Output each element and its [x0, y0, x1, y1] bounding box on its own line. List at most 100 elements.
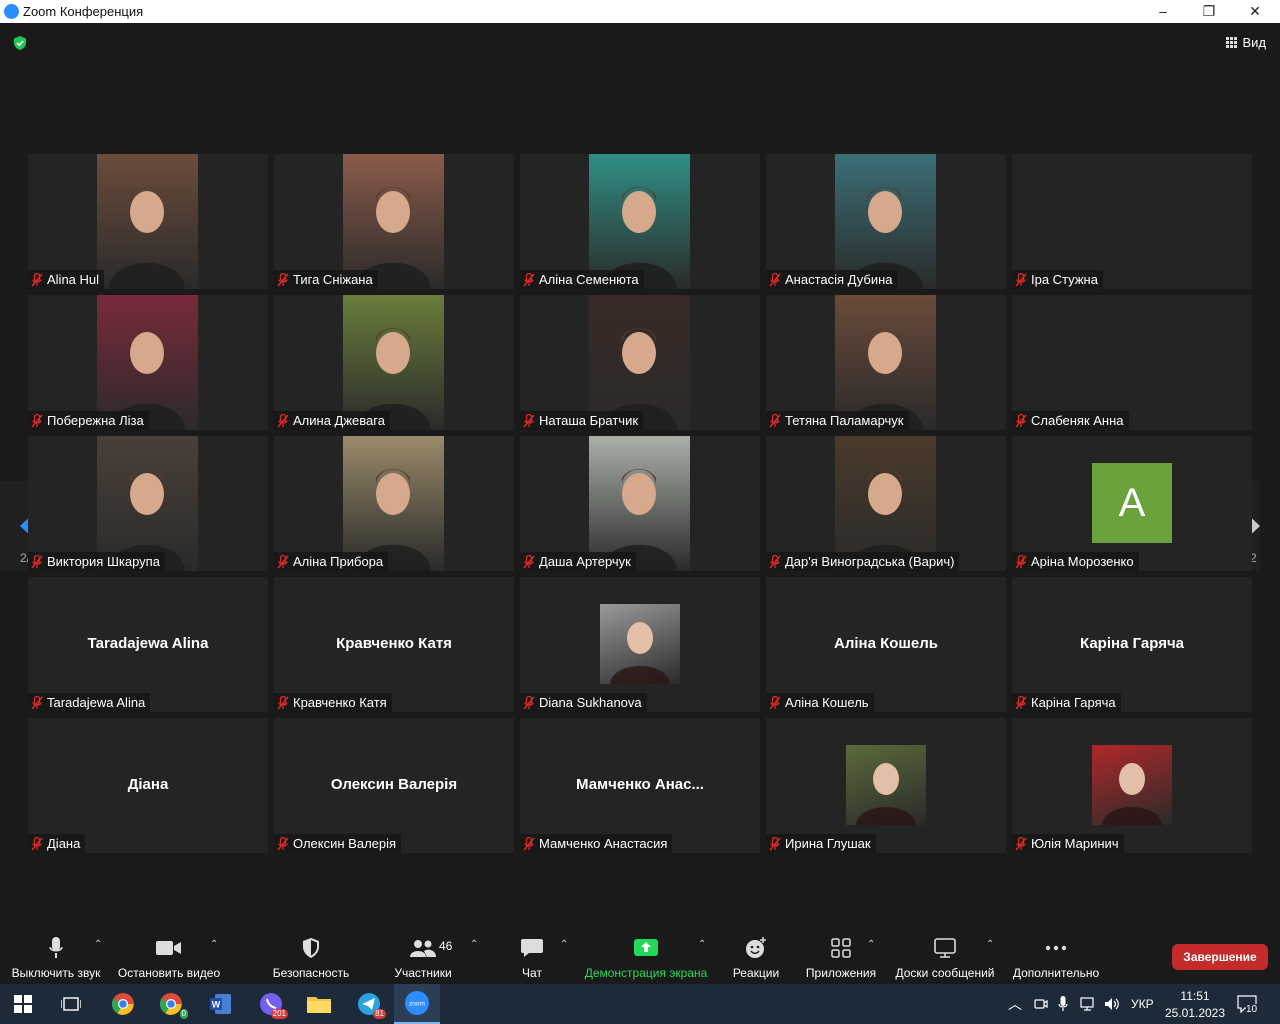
participant-tile[interactable]: Diana Sukhanova: [520, 577, 760, 712]
participant-tile[interactable]: Іра Стужна: [1012, 154, 1252, 289]
participant-tile[interactable]: Alina Hul: [28, 154, 268, 289]
zoom-logo-icon: [4, 4, 19, 19]
participants-icon: [410, 940, 436, 957]
muted-microphone-icon: [769, 554, 781, 568]
apps-button[interactable]: Приложения ⌃: [803, 935, 879, 981]
participant-tile[interactable]: Слабеняк Анна: [1012, 295, 1252, 430]
share-options-caret-icon[interactable]: ⌃: [698, 939, 706, 950]
encryption-shield-icon[interactable]: [13, 36, 27, 50]
participant-name: Тига Сніжана: [293, 272, 373, 287]
muted-microphone-icon: [769, 695, 781, 709]
muted-microphone-icon: [523, 695, 535, 709]
file-explorer-icon[interactable]: [296, 984, 342, 1024]
participant-name-label: Юлія Маринич: [1012, 834, 1124, 853]
mute-button[interactable]: Выключить звук ⌃: [6, 935, 106, 981]
minimize-button[interactable]: –: [1140, 0, 1186, 23]
participant-tile[interactable]: A Аріна Морозенко: [1012, 436, 1252, 571]
windows-start-icon[interactable]: [0, 984, 46, 1024]
person-silhouette-icon: [109, 328, 185, 430]
muted-microphone-icon: [769, 413, 781, 427]
more-label: Дополнительно: [1012, 966, 1100, 980]
meet-now-icon[interactable]: [1034, 984, 1048, 1024]
participant-name: Мамченко Анастасия: [539, 836, 668, 851]
participant-tile[interactable]: Виктория Шкарупа: [28, 436, 268, 571]
participant-tile[interactable]: Кравченко Катя Кравченко Катя: [274, 577, 514, 712]
participant-name: Аліна Семенюта: [539, 272, 639, 287]
microphone-icon: [49, 937, 63, 958]
muted-microphone-icon: [31, 836, 43, 850]
participant-tile[interactable]: Дар'я Виноградська (Варич): [766, 436, 1006, 571]
network-icon[interactable]: [1080, 984, 1096, 1024]
participant-tile[interactable]: Алина Джевага: [274, 295, 514, 430]
chat-button[interactable]: Чат ⌃: [512, 935, 568, 981]
view-button[interactable]: Вид: [1226, 35, 1266, 50]
end-meeting-button[interactable]: Завершение: [1172, 944, 1268, 970]
clock[interactable]: 11:51 25.01.2023: [1165, 984, 1225, 1024]
security-shield-icon: [303, 938, 319, 958]
participant-tile[interactable]: Тига Сніжана: [274, 154, 514, 289]
participant-name: Аліна Прибора: [293, 554, 384, 569]
participant-name-label: Слабеняк Анна: [1012, 411, 1129, 430]
whiteboards-label: Доски сообщений: [895, 966, 995, 980]
close-button[interactable]: ✕: [1232, 0, 1278, 23]
title-bar: Zoom Конференция – ❐ ✕: [0, 0, 1280, 23]
notifications-icon[interactable]: 10: [1237, 984, 1258, 1024]
share-screen-button[interactable]: Демонстрация экрана ⌃: [584, 935, 708, 981]
input-language[interactable]: УКР: [1131, 984, 1154, 1024]
volume-icon[interactable]: [1104, 984, 1120, 1024]
participant-name: Юлія Маринич: [1031, 836, 1119, 851]
muted-microphone-icon: [277, 695, 289, 709]
apps-options-caret-icon[interactable]: ⌃: [867, 939, 875, 950]
person-silhouette-icon: [847, 187, 923, 289]
maximize-button[interactable]: ❐: [1186, 0, 1232, 23]
participant-tile[interactable]: Аліна Семенюта: [520, 154, 760, 289]
chrome-profile-icon[interactable]: 0: [148, 984, 194, 1024]
whiteboards-button[interactable]: Доски сообщений ⌃: [892, 935, 998, 981]
person-silhouette-icon: [109, 187, 185, 289]
viber-icon[interactable]: 201: [248, 984, 294, 1024]
word-icon[interactable]: W: [198, 984, 244, 1024]
whiteboards-options-caret-icon[interactable]: ⌃: [986, 939, 994, 950]
video-options-caret-icon[interactable]: ⌃: [210, 939, 218, 950]
participant-tile[interactable]: Ирина Глушак: [766, 718, 1006, 853]
participant-name-label: Іра Стужна: [1012, 270, 1103, 289]
participant-tile[interactable]: Діана Діана: [28, 718, 268, 853]
task-view-icon[interactable]: [48, 984, 94, 1024]
participant-display-name: Аліна Кошель: [833, 635, 938, 652]
chrome-profile-badge: 0: [179, 1009, 188, 1019]
chat-options-caret-icon[interactable]: ⌃: [560, 939, 568, 950]
participant-tile[interactable]: Побережна Ліза: [28, 295, 268, 430]
telegram-icon[interactable]: 81: [346, 984, 392, 1024]
zoom-icon[interactable]: zoom: [394, 984, 440, 1024]
reactions-button[interactable]: Реакции: [731, 935, 781, 981]
participant-tile[interactable]: Каріна Гаряча Каріна Гаряча: [1012, 577, 1252, 712]
participant-tile[interactable]: Тетяна Паламарчук: [766, 295, 1006, 430]
participant-name-label: Мамченко Анастасия: [520, 834, 673, 853]
participants-options-caret-icon[interactable]: ⌃: [470, 939, 478, 950]
microphone-tray-icon[interactable]: [1058, 984, 1068, 1024]
participants-button[interactable]: Участники 46 ⌃: [388, 935, 478, 981]
participant-tile[interactable]: Мамченко Анас... Мамченко Анастасия: [520, 718, 760, 853]
meeting-area: Вид 2/2 2/2 Alina Hul Тига Сніжана Аліна…: [0, 23, 1280, 929]
participant-tile[interactable]: Наташа Братчик: [520, 295, 760, 430]
participant-name: Алина Джевага: [293, 413, 385, 428]
person-silhouette-icon: [856, 763, 916, 825]
participant-tile[interactable]: Олексин Валерія Олексин Валерія: [274, 718, 514, 853]
chrome-icon[interactable]: [100, 984, 146, 1024]
participant-video: [97, 436, 198, 571]
show-hidden-icons-icon[interactable]: ︿: [1008, 984, 1022, 1024]
mute-options-caret-icon[interactable]: ⌃: [94, 939, 102, 950]
participant-tile[interactable]: Аліна Прибора: [274, 436, 514, 571]
muted-microphone-icon: [277, 272, 289, 286]
participant-tile[interactable]: Аліна Кошель Аліна Кошель: [766, 577, 1006, 712]
participant-tile[interactable]: Юлія Маринич: [1012, 718, 1252, 853]
participant-display-name: Taradajewa Alina: [87, 635, 209, 652]
mute-label: Выключить звук: [11, 966, 101, 980]
participant-name: Diana Sukhanova: [539, 695, 642, 710]
more-button[interactable]: Дополнительно: [1010, 935, 1102, 981]
stop-video-button[interactable]: Остановить видео ⌃: [116, 935, 222, 981]
participant-tile[interactable]: Анастасія Дубина: [766, 154, 1006, 289]
participant-tile[interactable]: Taradajewa Alina Taradajewa Alina: [28, 577, 268, 712]
participant-tile[interactable]: Даша Артерчук: [520, 436, 760, 571]
security-button[interactable]: Безопасность: [268, 935, 354, 981]
